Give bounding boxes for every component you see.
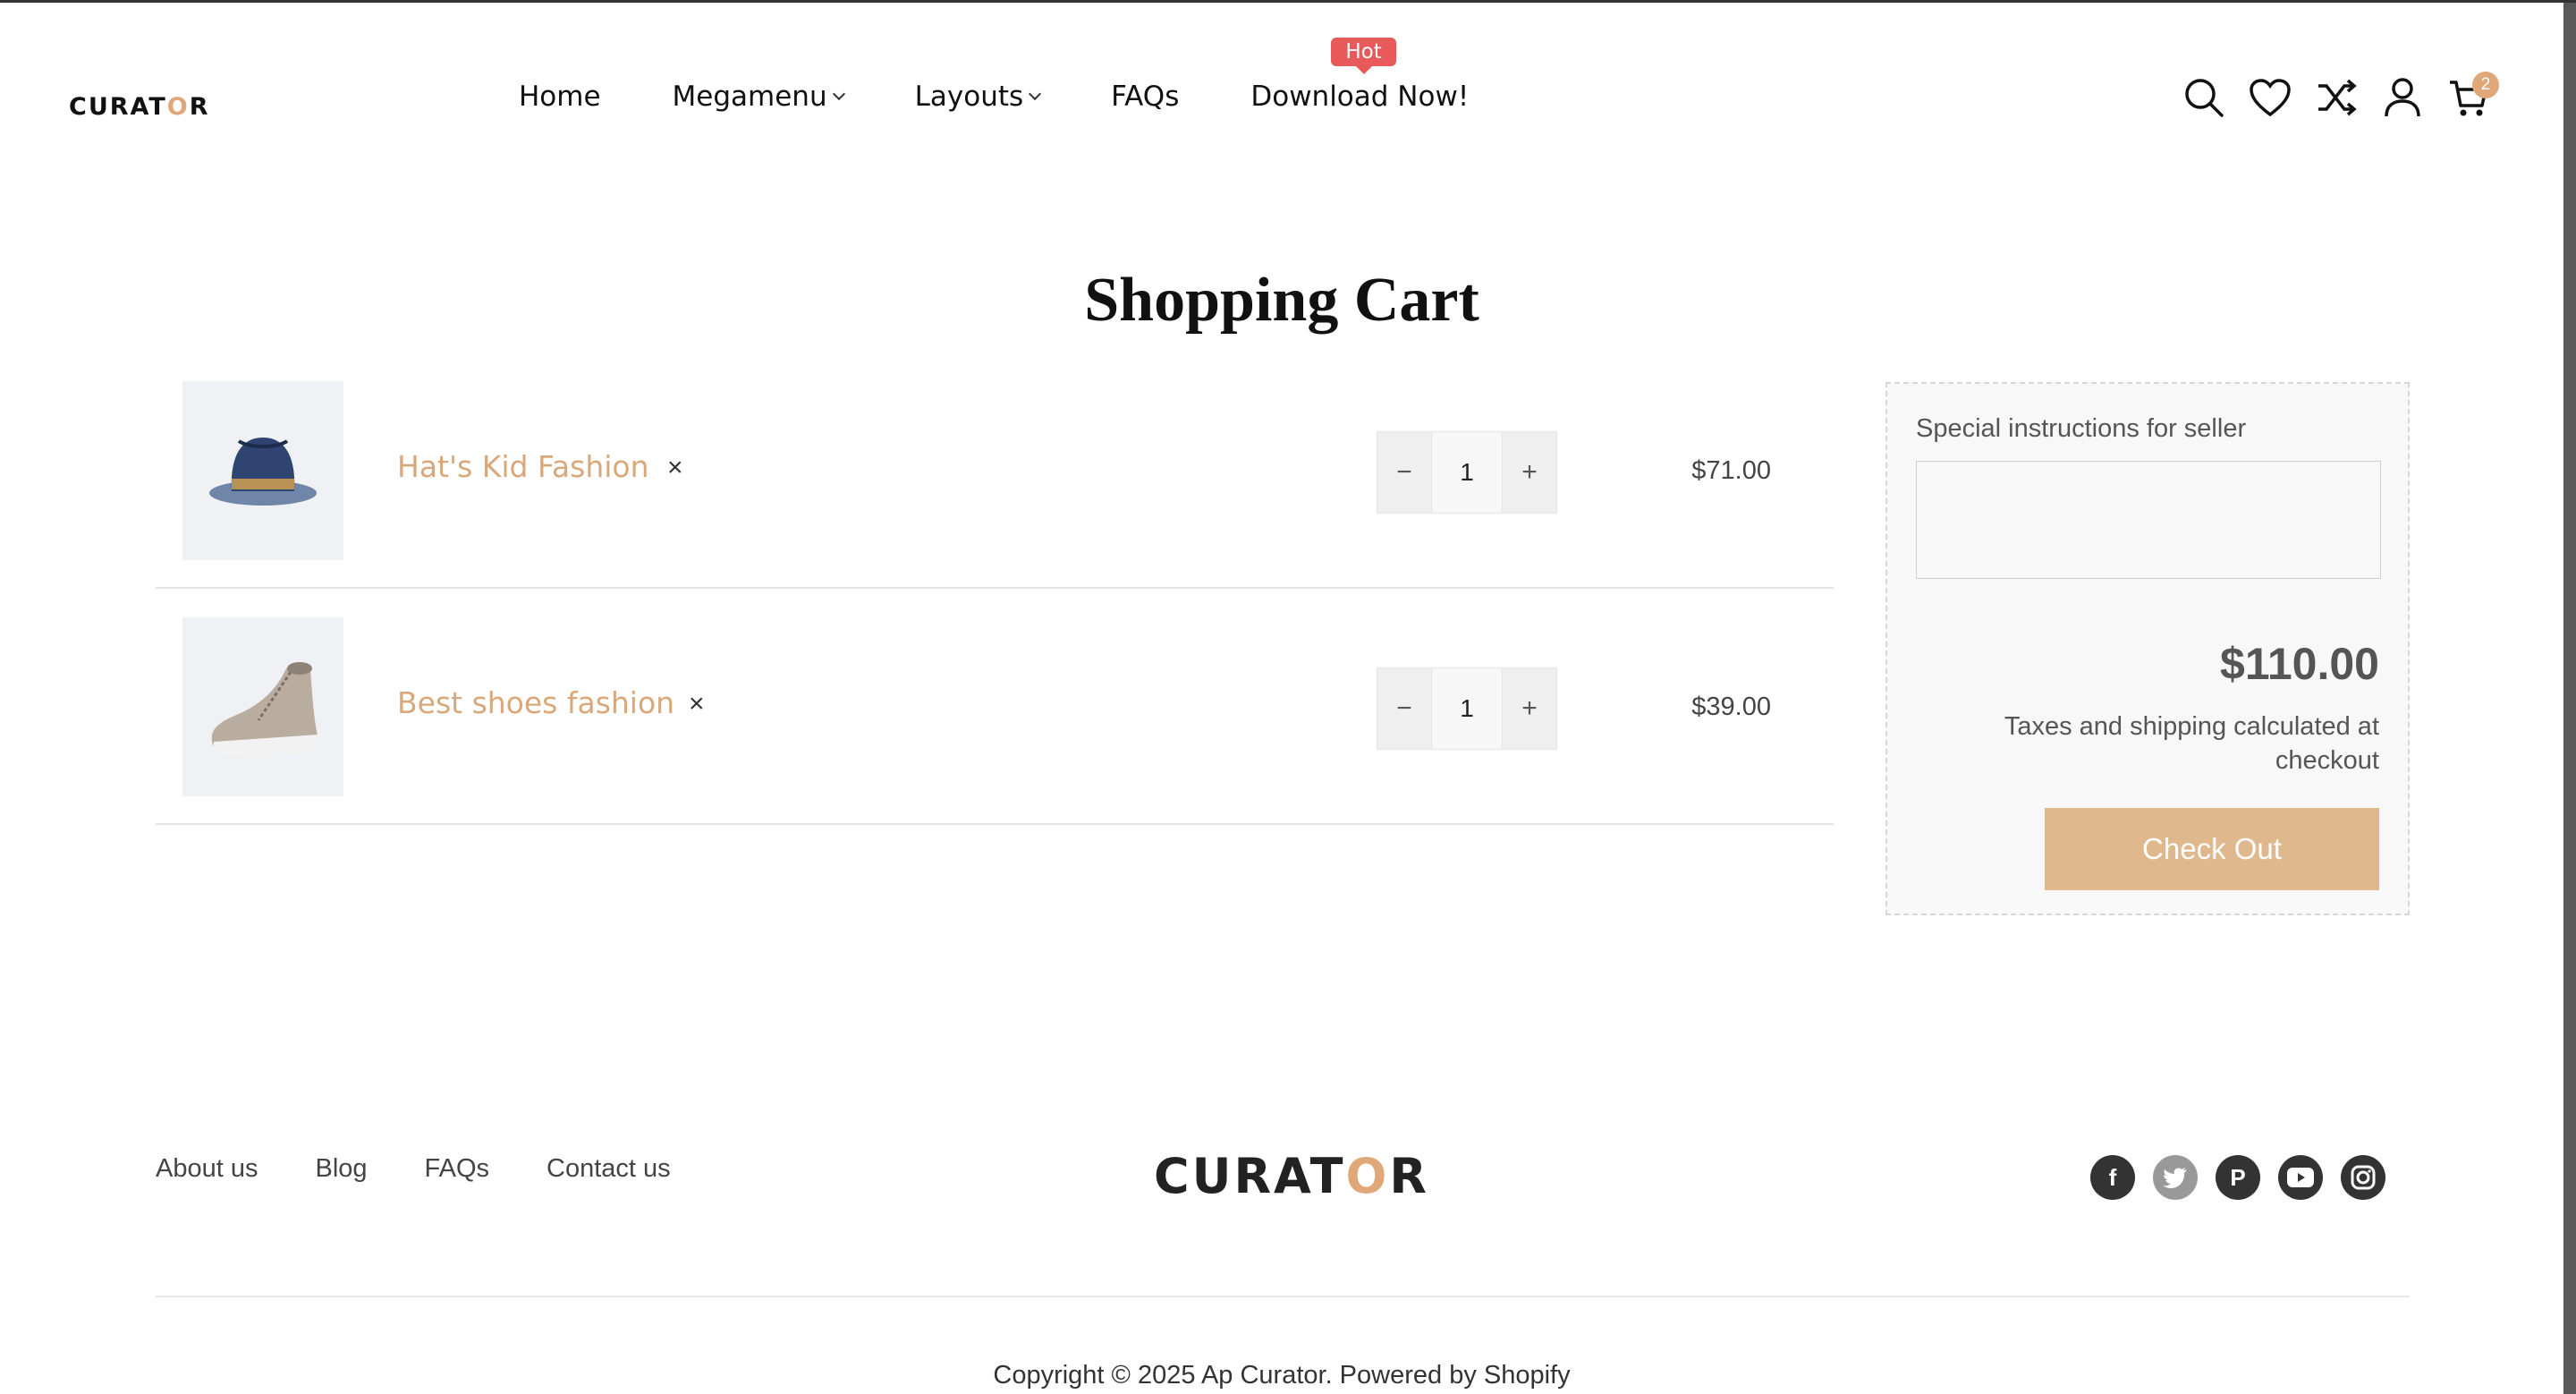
remove-item-button[interactable]: ×	[689, 689, 705, 719]
nav-home[interactable]: Home	[519, 81, 601, 113]
qty-decrease-button[interactable]: −	[1377, 432, 1431, 513]
facebook-icon[interactable]: f	[2090, 1155, 2135, 1200]
main-nav: Home Megamenu Layouts FAQs Hot Download …	[519, 38, 1540, 113]
footer-logo[interactable]: CURATOR	[1154, 1148, 1429, 1204]
footer-link-blog[interactable]: Blog	[315, 1154, 367, 1184]
nav-download[interactable]: Hot Download Now!	[1250, 38, 1469, 113]
cart-total: $110.00	[2220, 639, 2379, 689]
instagram-icon[interactable]	[2341, 1155, 2385, 1200]
pinterest-icon[interactable]: P	[2216, 1155, 2260, 1200]
product-image-shoe[interactable]	[182, 617, 343, 796]
qty-increase-button[interactable]: +	[1503, 432, 1556, 513]
remove-item-button[interactable]: ×	[667, 453, 683, 483]
shuffle-icon[interactable]	[2315, 75, 2358, 120]
search-icon[interactable]	[2182, 75, 2225, 120]
checkout-button[interactable]: Check Out	[2045, 808, 2379, 890]
user-icon[interactable]	[2381, 75, 2424, 120]
header-icons: 2	[2182, 72, 2499, 120]
youtube-icon[interactable]	[2278, 1155, 2323, 1200]
qty-input[interactable]: 1	[1431, 432, 1503, 513]
cart-summary: Special instructions for seller $110.00 …	[1885, 382, 2410, 915]
footer-link-contact[interactable]: Contact us	[547, 1154, 671, 1184]
cart-row: Hat's Kid Fashion × − 1 + $71.00	[156, 353, 1834, 589]
quantity-stepper: − 1 +	[1377, 431, 1557, 514]
line-price: $71.00	[1691, 456, 1771, 485]
twitter-icon[interactable]	[2153, 1155, 2198, 1200]
line-price: $39.00	[1691, 693, 1771, 721]
top-border	[0, 0, 2576, 3]
qty-decrease-button[interactable]: −	[1377, 668, 1431, 749]
cart-icon[interactable]: 2	[2447, 72, 2499, 120]
social-links: f P	[2090, 1155, 2385, 1200]
instructions-textarea[interactable]	[1916, 461, 2381, 579]
scrollbar-thumb[interactable]	[2563, 3, 2576, 1394]
footer-link-about[interactable]: About us	[156, 1154, 258, 1184]
footer-divider	[156, 1296, 2410, 1297]
cart-count-badge: 2	[2472, 72, 2499, 98]
product-link[interactable]: Best shoes fashion	[397, 685, 674, 720]
tax-note: Taxes and shipping calculated at checkou…	[2004, 712, 2379, 775]
chevron-down-icon	[832, 87, 845, 101]
nav-megamenu[interactable]: Megamenu	[673, 81, 845, 113]
footer-links: About us Blog FAQs Contact us	[156, 1154, 671, 1184]
copyright: Copyright © 2025 Ap Curator. Powered by …	[993, 1361, 1571, 1390]
cart-row: Best shoes fashion × − 1 + $39.00	[156, 589, 1834, 825]
scrollbar[interactable]	[2563, 3, 2576, 1394]
quantity-stepper: − 1 +	[1377, 667, 1557, 750]
qty-input[interactable]: 1	[1431, 668, 1503, 749]
header-logo[interactable]: CURATOR	[69, 93, 210, 121]
chevron-down-icon	[1029, 87, 1042, 101]
product-image-hat[interactable]	[182, 381, 343, 560]
page-title: Shopping Cart	[1084, 266, 1479, 335]
qty-increase-button[interactable]: +	[1503, 668, 1556, 749]
hot-badge: Hot	[1331, 38, 1396, 74]
footer-link-faqs[interactable]: FAQs	[425, 1154, 490, 1184]
nav-layouts[interactable]: Layouts	[915, 81, 1042, 113]
nav-faqs[interactable]: FAQs	[1111, 81, 1179, 113]
product-link[interactable]: Hat's Kid Fashion	[397, 449, 649, 484]
heart-icon[interactable]	[2249, 75, 2292, 120]
instructions-label: Special instructions for seller	[1916, 414, 2247, 443]
